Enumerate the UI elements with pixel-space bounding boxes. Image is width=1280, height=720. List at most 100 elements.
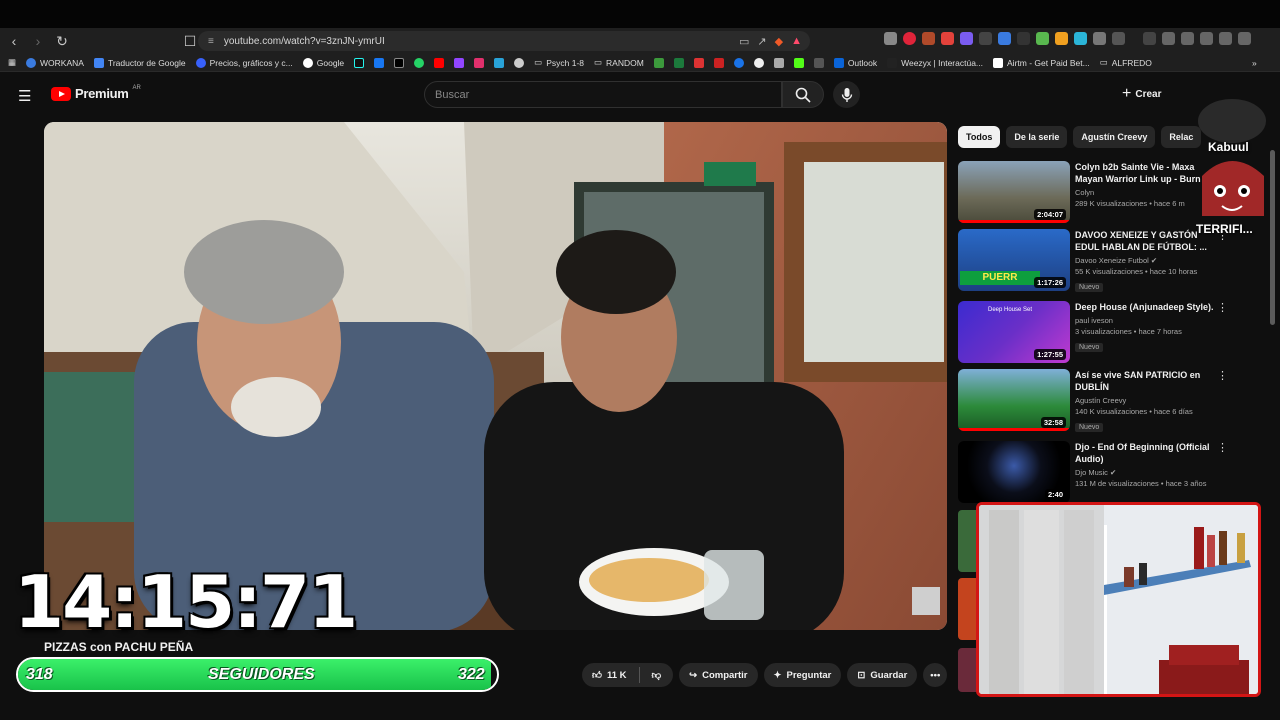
link-icon[interactable] xyxy=(653,57,664,68)
extension-icon[interactable] xyxy=(903,32,916,45)
bookmark-folder[interactable]: ▭ RANDOM xyxy=(594,57,644,68)
facebook-icon[interactable] xyxy=(374,57,385,68)
recommended-video[interactable]: PUERR 1:17:26 DAVOO XENEIZE Y GASTÓN EDU… xyxy=(958,229,1258,292)
video-thumbnail[interactable]: 2:40 xyxy=(958,441,1070,503)
channel-name[interactable]: Agustín Creevy xyxy=(1075,396,1215,405)
leo-icon[interactable] xyxy=(1200,32,1213,45)
extension-icon[interactable] xyxy=(960,32,973,45)
link-icon[interactable] xyxy=(753,57,764,68)
voice-search-button[interactable] xyxy=(833,81,860,108)
sidebar-icon[interactable] xyxy=(1162,32,1175,45)
menu-icon[interactable]: ☰ xyxy=(18,87,31,105)
link-icon[interactable] xyxy=(673,57,684,68)
share-icon[interactable]: ↗ xyxy=(757,35,766,48)
page-scrollbar[interactable] xyxy=(1270,150,1275,325)
video-thumbnail[interactable] xyxy=(958,578,976,640)
recommended-video[interactable]: 2:40 Djo - End Of Beginning (Official Au… xyxy=(958,441,1258,503)
forward-icon[interactable]: › xyxy=(28,31,48,51)
wallet-icon[interactable] xyxy=(1181,32,1194,45)
bookmark-item[interactable]: Weezyx | Interactúa... xyxy=(887,57,983,68)
video-thumbnail[interactable]: 32:58 xyxy=(958,369,1070,431)
more-options-icon[interactable]: ⋮ xyxy=(1217,369,1228,382)
channel-name[interactable]: Djo Music ✔ xyxy=(1075,468,1215,477)
extension-icon[interactable] xyxy=(941,32,954,45)
video-title[interactable]: Djo - End Of Beginning (Official Audio) xyxy=(1075,441,1215,465)
share-button[interactable]: ↪ Compartir xyxy=(679,663,758,687)
brave-shield-icon[interactable]: ◆ xyxy=(775,35,783,48)
link-icon[interactable] xyxy=(813,57,824,68)
video-thumbnail[interactable]: 2:04:07 xyxy=(958,161,1070,223)
brave-rewards-icon[interactable]: ▲ xyxy=(791,35,802,48)
channel-name[interactable]: Davoo Xeneize Futbol ✔ xyxy=(1075,256,1215,265)
vpn-icon[interactable] xyxy=(1219,32,1232,45)
extension-icon[interactable] xyxy=(922,32,935,45)
create-button[interactable]: + Crear xyxy=(1122,85,1161,103)
more-options-icon[interactable]: ⋮ xyxy=(1217,301,1228,314)
link-icon[interactable] xyxy=(693,57,704,68)
extension-icon[interactable] xyxy=(1143,32,1156,45)
search-input[interactable]: Buscar xyxy=(424,81,782,108)
back-icon[interactable]: ‹ xyxy=(4,31,24,51)
puzzle-icon[interactable] xyxy=(1093,32,1106,45)
cast-icon[interactable]: ▭ xyxy=(739,35,749,48)
reload-icon[interactable]: ↻ xyxy=(52,31,72,51)
whatsapp-icon[interactable] xyxy=(414,57,425,68)
bookmark-icon[interactable]: ☐ xyxy=(180,31,200,51)
extension-icon[interactable] xyxy=(1036,32,1049,45)
youtube-icon[interactable] xyxy=(434,57,445,68)
video-title[interactable]: Así se vive SAN PATRICIO en DUBLÍN xyxy=(1075,369,1215,393)
more-bookmarks-icon[interactable]: » xyxy=(1252,58,1257,68)
extension-icon[interactable] xyxy=(1112,32,1125,45)
link-icon[interactable] xyxy=(514,57,525,68)
video-title[interactable]: Deep House (Anjunadeep Style). xyxy=(1075,301,1215,313)
link-icon[interactable] xyxy=(773,57,784,68)
link-icon[interactable] xyxy=(733,57,744,68)
recommended-video[interactable]: Deep House Set 1:27:55 Deep House (Anjun… xyxy=(958,301,1258,363)
chip-de-la-serie[interactable]: De la serie xyxy=(1006,126,1068,148)
channel-name[interactable]: paul iveson xyxy=(1075,316,1215,325)
webcam-feed xyxy=(979,505,1258,694)
bookmark-item[interactable]: Airtm - Get Paid Bet... xyxy=(993,57,1090,68)
save-button[interactable]: ⊡ Guardar xyxy=(847,663,918,687)
recommended-video[interactable]: 32:58 Así se vive SAN PATRICIO en DUBLÍN… xyxy=(958,369,1258,432)
bookmark-item[interactable]: Google xyxy=(302,57,344,68)
bookmark-item[interactable]: Precios, gráficos y c... xyxy=(195,57,293,68)
bookmark-item[interactable]: WORKANA xyxy=(26,57,84,68)
link-icon[interactable] xyxy=(713,57,724,68)
video-player[interactable] xyxy=(44,122,947,630)
ask-button[interactable]: ✦ Preguntar xyxy=(763,663,842,687)
video-thumbnail[interactable]: PUERR 1:17:26 xyxy=(958,229,1070,291)
twitch-icon[interactable] xyxy=(454,57,465,68)
video-thumbnail[interactable]: Deep House Set 1:27:55 xyxy=(958,301,1070,363)
youtube-logo[interactable]: Premium AR xyxy=(51,85,141,101)
extension-icon[interactable] xyxy=(1074,32,1087,45)
address-bar[interactable]: ≡ youtube.com/watch?v=3znJN-ymrUI ▭ ↗ ◆ … xyxy=(198,31,810,51)
chip-todos[interactable]: Todos xyxy=(958,126,1001,148)
more-actions-button[interactable]: ••• xyxy=(923,663,948,687)
extension-icon[interactable] xyxy=(979,32,992,45)
extension-icon[interactable] xyxy=(998,32,1011,45)
x-icon[interactable] xyxy=(394,57,405,68)
search-button[interactable] xyxy=(782,81,824,108)
extension-icon[interactable] xyxy=(884,32,897,45)
follower-goal-bar: 318 SEGUIDORES 322 xyxy=(16,657,499,692)
extension-icon[interactable] xyxy=(1017,32,1030,45)
extension-icon[interactable] xyxy=(1055,32,1068,45)
tiktok-icon[interactable] xyxy=(354,57,365,68)
chip-agustin-creevy[interactable]: Agustín Creevy xyxy=(1073,126,1156,148)
video-thumbnail[interactable] xyxy=(958,510,976,572)
instagram-icon[interactable] xyxy=(474,57,485,68)
bookmark-item[interactable]: Traductor de Google xyxy=(93,57,186,68)
thumbs-down-icon[interactable]: 👎︎ xyxy=(651,669,661,681)
video-thumbnail[interactable] xyxy=(958,648,976,692)
kick-icon[interactable] xyxy=(793,57,804,68)
like-button[interactable]: 👍︎ 11 K 👎︎ xyxy=(582,663,674,687)
menu-icon[interactable] xyxy=(1238,32,1251,45)
site-settings-icon[interactable]: ≡ xyxy=(208,36,214,47)
apps-icon[interactable]: ▦ xyxy=(8,57,16,68)
bookmark-folder[interactable]: ▭ ALFREDO xyxy=(1100,57,1152,68)
bookmark-folder[interactable]: ▭ Psych 1-8 xyxy=(534,57,584,68)
bookmark-item[interactable]: Outlook xyxy=(833,57,877,68)
link-icon[interactable] xyxy=(494,57,505,68)
more-options-icon[interactable]: ⋮ xyxy=(1217,441,1228,454)
